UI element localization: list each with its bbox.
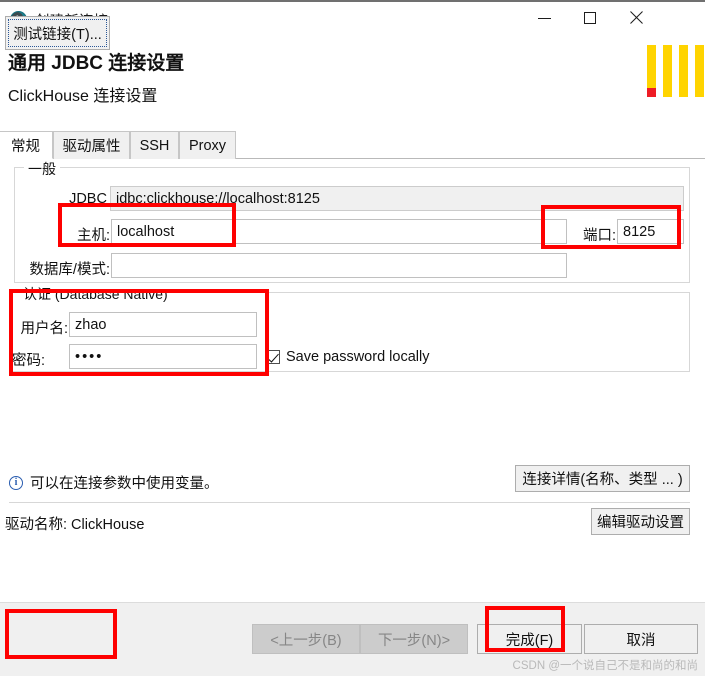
minimize-button[interactable] [521,2,567,34]
watermark: CSDN @一个说自己不是和尚的和尚 [512,660,698,672]
general-tab-panel: 一般 JDBC URL: jdbc:clickhouse://localhost… [0,159,705,602]
driver-name-label: 驱动名称: ClickHouse [5,517,145,533]
tab-general[interactable]: 常规 [0,131,53,159]
save-password-label: Save password locally [286,349,430,365]
save-password-checkbox[interactable]: Save password locally [266,349,429,365]
host-label: 主机: [76,228,110,244]
variables-hint-row: i 可以在连接参数中使用变量。 [9,472,219,493]
close-button[interactable] [613,2,659,34]
username-field[interactable]: zhao [69,312,257,337]
port-label: 端口: [582,228,616,244]
previous-button[interactable]: <上一步(B) [252,624,360,654]
page-title: 通用 JDBC 连接设置 [8,53,185,74]
password-label: 密码: [12,353,46,369]
next-button[interactable]: 下一步(N)> [360,624,468,654]
tab-proxy[interactable]: Proxy [179,131,236,159]
tab-driver-properties[interactable]: 驱动属性 [53,131,130,159]
info-circle-icon: i [9,475,23,490]
logo-red-dot [647,88,656,97]
maximize-button[interactable] [567,2,613,34]
password-field[interactable]: •••• [69,344,257,369]
close-icon [629,11,643,25]
database-field[interactable] [111,253,567,278]
tab-bar: 常规 驱动属性 SSH Proxy [0,131,705,159]
variables-hint-text: 可以在连接参数中使用变量。 [30,476,219,492]
finish-button[interactable]: 完成(F) [477,624,582,654]
minimize-icon [537,17,551,19]
logo-bar-3 [679,45,688,97]
checkbox-icon [266,350,280,364]
cancel-button[interactable]: 取消 [584,624,698,654]
port-field[interactable]: 8125 [617,219,684,244]
authentication-group-legend: 认证 (Database Native) [19,284,172,304]
edit-driver-settings-button[interactable]: 编辑驱动设置 [591,508,690,535]
connection-details-button[interactable]: 连接详情(名称、类型 ... ) [515,465,690,492]
create-connection-dialog: 创建新连接 通用 JDBC 连接设置 ClickHouse 连接设置 常规 驱动… [0,0,705,676]
focus-outline [8,19,107,47]
logo-bar-2 [663,45,672,97]
general-group-legend: 一般 [24,159,60,179]
username-label: 用户名: [20,321,68,337]
tab-ssh[interactable]: SSH [130,131,179,159]
maximize-icon [584,12,596,24]
jdbc-url-field[interactable]: jdbc:clickhouse://localhost:8125 [110,186,684,211]
host-field[interactable]: localhost [111,219,567,244]
database-label: 数据库/模式: [29,262,110,278]
test-connection-button[interactable]: 测试链接(T)... [5,16,110,50]
logo-bar-4 [695,45,704,97]
footer-divider [9,502,690,503]
page-subtitle: ClickHouse 连接设置 [8,88,158,105]
dbeaver-logo [647,45,704,100]
